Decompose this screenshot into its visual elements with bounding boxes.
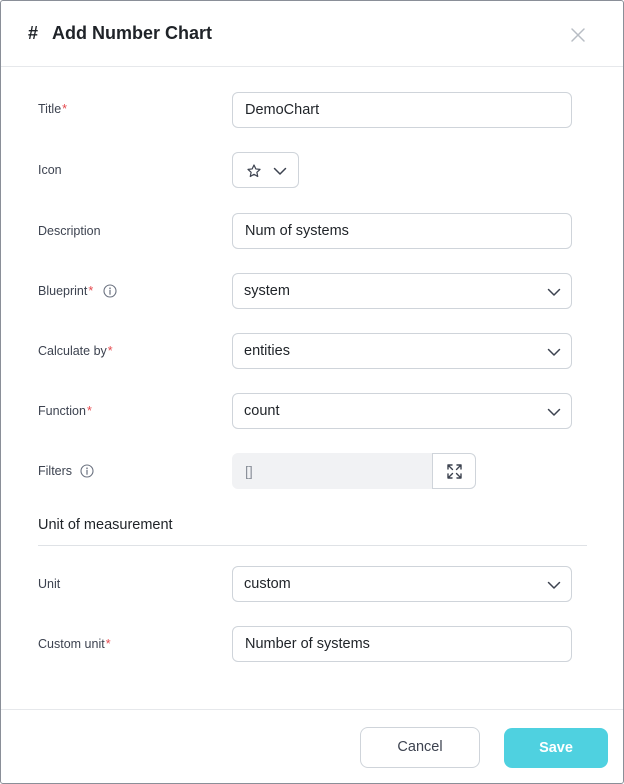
close-button[interactable]	[567, 24, 589, 46]
add-number-chart-dialog: # Add Number Chart Title* DemoChart Icon…	[0, 0, 624, 784]
title-input[interactable]: DemoChart	[232, 92, 572, 128]
star-icon	[247, 164, 261, 178]
unit-value: custom	[244, 576, 291, 592]
calculate-by-select[interactable]: entities	[232, 333, 572, 369]
cancel-button[interactable]: Cancel	[360, 727, 480, 768]
section-divider	[38, 545, 587, 546]
chevron-down-icon	[547, 408, 561, 416]
calculate-by-label: Calculate by*	[38, 344, 113, 358]
dialog-title: Add Number Chart	[52, 23, 213, 43]
expand-icon	[447, 464, 462, 479]
filters-input[interactable]: []	[232, 453, 432, 489]
info-icon[interactable]	[80, 464, 94, 478]
title-label: Title*	[38, 102, 68, 116]
blueprint-label: Blueprint*	[38, 284, 94, 298]
description-label: Description	[38, 224, 101, 238]
save-button[interactable]: Save	[504, 728, 608, 768]
chevron-down-icon	[547, 288, 561, 296]
function-value: count	[244, 403, 280, 419]
dialog-header: # Add Number Chart	[1, 1, 623, 67]
blueprint-select[interactable]: system	[232, 273, 572, 309]
close-icon	[571, 28, 585, 42]
required-mark: *	[107, 344, 113, 358]
calculate-by-value: entities	[244, 343, 290, 359]
hash-icon: #	[28, 23, 39, 43]
chevron-down-icon	[273, 167, 287, 175]
blueprint-value: system	[244, 283, 290, 299]
info-icon[interactable]	[103, 284, 117, 298]
required-mark: *	[62, 102, 68, 116]
required-mark: *	[88, 284, 94, 298]
required-mark: *	[86, 404, 92, 418]
unit-select[interactable]: custom	[232, 566, 572, 602]
filters-label: Filters	[38, 464, 73, 478]
required-mark: *	[105, 637, 111, 651]
icon-label: Icon	[38, 163, 62, 177]
custom-unit-input[interactable]: Number of systems	[232, 626, 572, 662]
function-select[interactable]: count	[232, 393, 572, 429]
expand-filters-button[interactable]	[432, 453, 476, 489]
function-label: Function*	[38, 404, 92, 418]
unit-section-title: Unit of measurement	[38, 517, 173, 533]
chevron-down-icon	[547, 348, 561, 356]
description-input[interactable]: Num of systems	[232, 213, 572, 249]
custom-unit-label: Custom unit*	[38, 637, 111, 651]
icon-picker[interactable]	[232, 152, 299, 188]
unit-label: Unit	[38, 577, 61, 591]
chevron-down-icon	[547, 581, 561, 589]
